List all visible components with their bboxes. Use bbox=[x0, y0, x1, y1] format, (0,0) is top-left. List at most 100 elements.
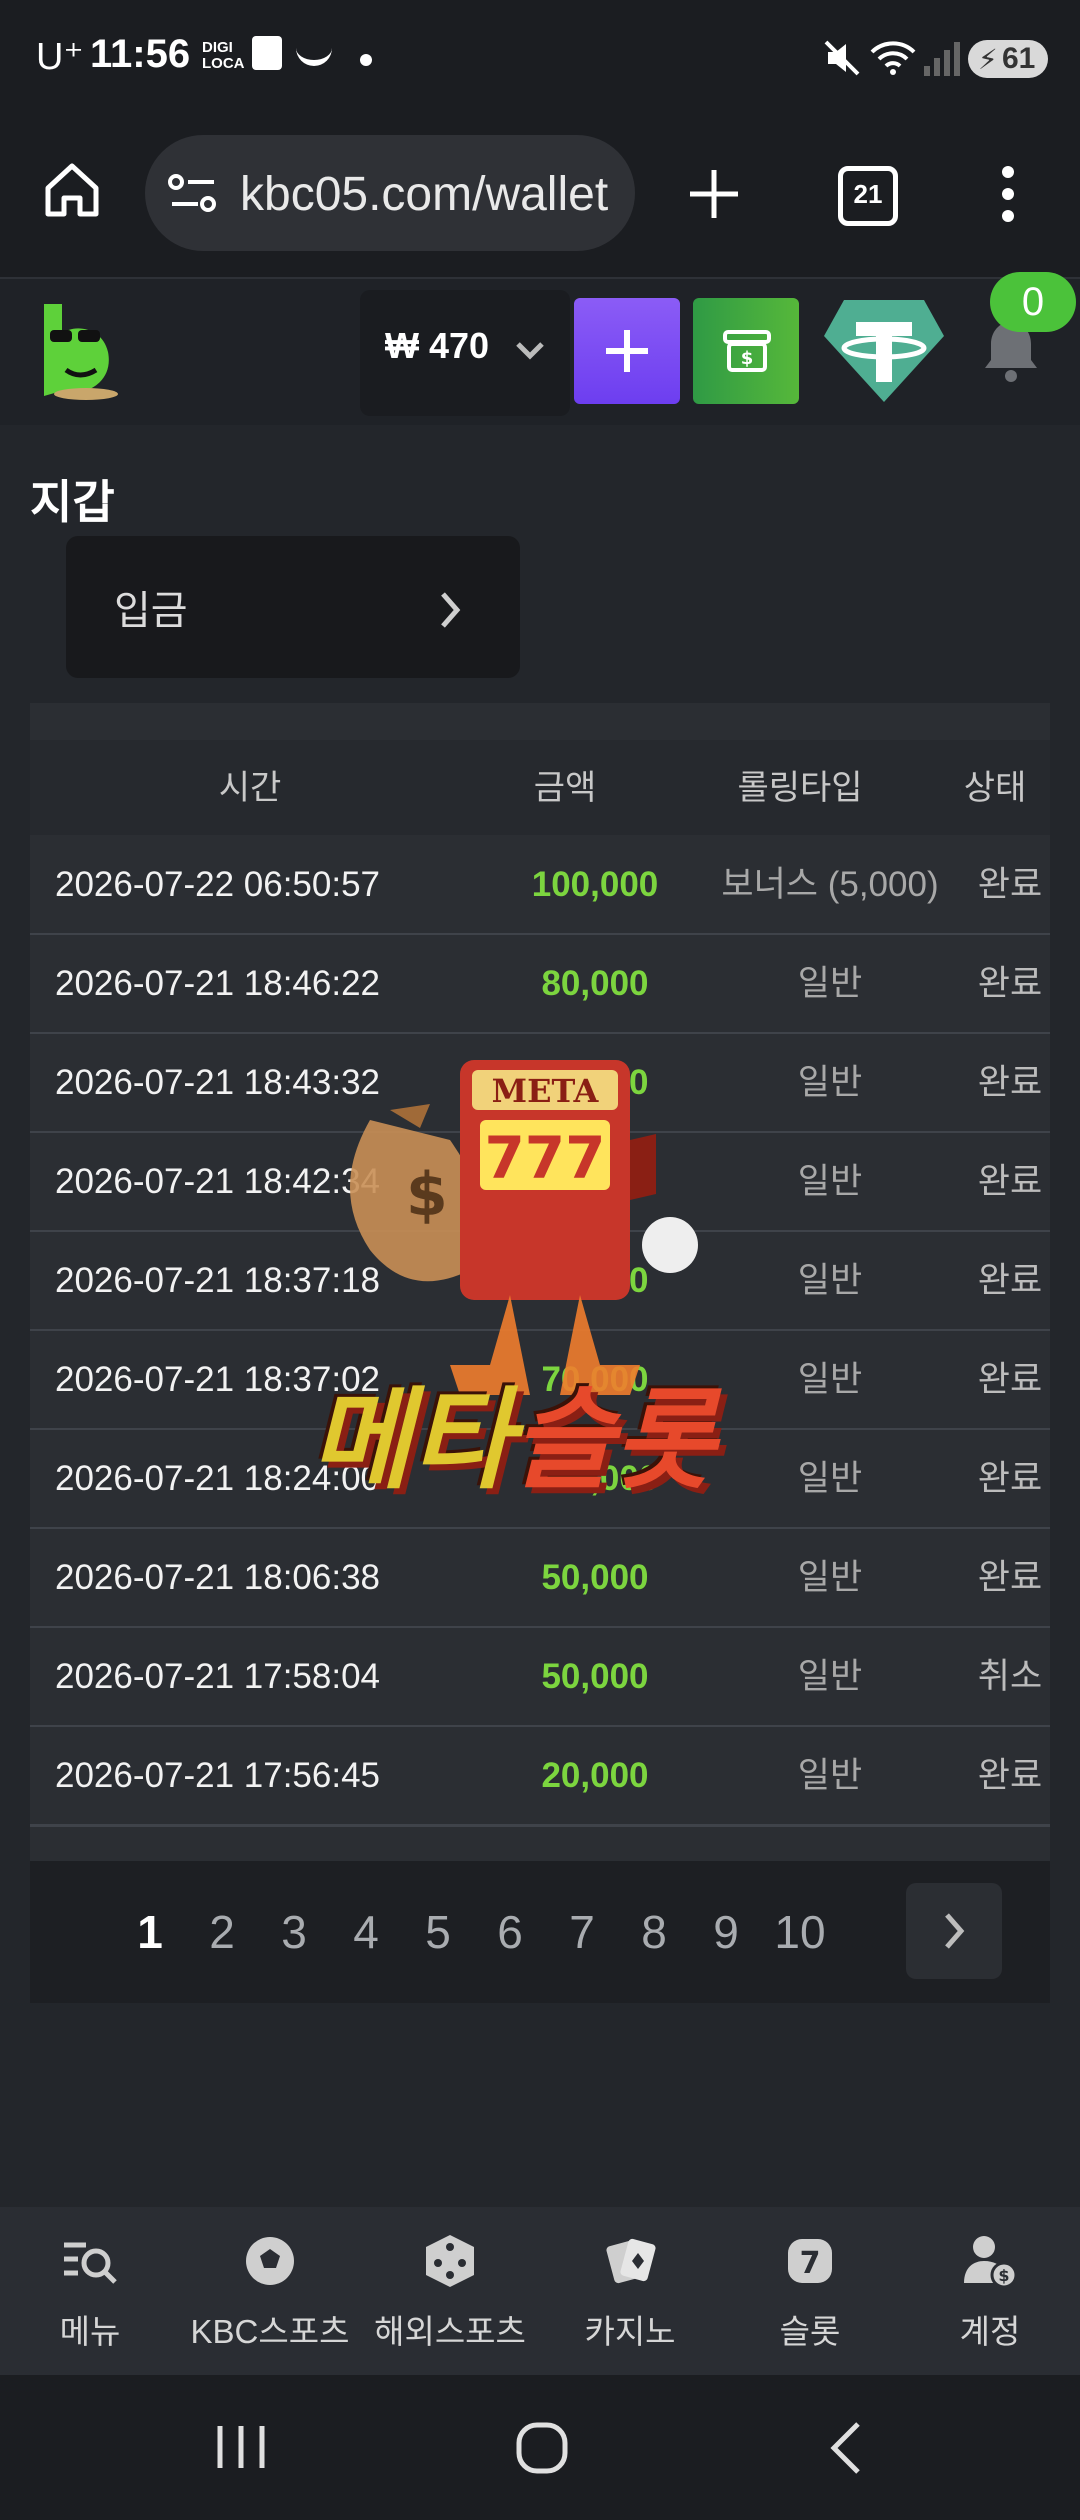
recent-apps-icon[interactable] bbox=[214, 2422, 268, 2472]
nav-label: 카지노 bbox=[584, 2313, 676, 2350]
row-time: 2026-07-22 06:50:57 bbox=[55, 865, 380, 904]
page-7[interactable]: 7 bbox=[552, 1905, 612, 1959]
more-menu-icon[interactable] bbox=[996, 164, 1020, 224]
status-bar: U⁺ 11:56 DIGI LOCA 61 ⚡ bbox=[0, 0, 1080, 125]
row-status: 완료 bbox=[977, 1162, 1043, 1201]
url-text: kbc05.com/wallet bbox=[240, 168, 609, 221]
home-icon[interactable] bbox=[42, 160, 102, 220]
cash-icon: $ bbox=[723, 330, 771, 372]
page-5[interactable]: 5 bbox=[408, 1905, 468, 1959]
dot-icon bbox=[360, 54, 372, 66]
battery-icon: 61 ⚡ bbox=[968, 40, 1048, 78]
tab-count: 21 bbox=[853, 179, 883, 209]
dice-icon bbox=[426, 2235, 474, 2287]
balance-amount: ₩ 470 bbox=[385, 325, 490, 366]
table-row[interactable]: 2026-07-22 06:50:57 100,000 보너스 (5,000) … bbox=[30, 836, 1050, 936]
soccer-ball-icon bbox=[246, 2237, 294, 2285]
tether-icon[interactable] bbox=[822, 298, 946, 404]
row-rolling: 일반 bbox=[797, 1459, 863, 1498]
back-icon[interactable] bbox=[826, 2420, 866, 2476]
plus-icon bbox=[606, 330, 648, 372]
row-rolling: 일반 bbox=[797, 1558, 863, 1597]
row-time: 2026-07-21 17:56:45 bbox=[55, 1756, 380, 1795]
svg-text:$: $ bbox=[998, 2266, 1009, 2285]
shopping-bag-icon bbox=[252, 36, 282, 70]
nav-label: KBC스포츠 bbox=[190, 2313, 350, 2350]
table-row[interactable]: 2026-07-21 18:43:32 10,000 일반 완료 bbox=[30, 1034, 1050, 1134]
row-time: 2026-07-21 17:58:04 bbox=[55, 1657, 380, 1696]
table-row[interactable]: 2026-07-21 18:37:18 30,000 일반 완료 bbox=[30, 1232, 1050, 1332]
page-3[interactable]: 3 bbox=[264, 1905, 324, 1959]
account-coin-icon: $ bbox=[964, 2236, 1018, 2289]
svg-text:$: $ bbox=[741, 348, 754, 369]
charging-icon: ⚡ bbox=[978, 44, 998, 75]
page-2[interactable]: 2 bbox=[192, 1905, 252, 1959]
page-6[interactable]: 6 bbox=[480, 1905, 540, 1959]
row-time: 2026-07-21 18:06:38 bbox=[55, 1558, 380, 1597]
row-rolling: 일반 bbox=[797, 964, 863, 1003]
page-4[interactable]: 4 bbox=[336, 1905, 396, 1959]
chevron-right-icon bbox=[441, 592, 461, 628]
nav-casino[interactable]: 카지노 bbox=[540, 2207, 720, 2375]
cards-icon bbox=[606, 2238, 656, 2284]
add-funds-button[interactable] bbox=[574, 298, 680, 404]
nav-slot[interactable]: 7 슬롯 bbox=[720, 2207, 900, 2375]
table-row[interactable]: 2026-07-21 18:06:38 50,000 일반 완료 bbox=[30, 1529, 1050, 1629]
pagination bbox=[30, 1861, 1050, 2003]
table-row[interactable]: 2026-07-21 18:46:22 80,000 일반 완료 bbox=[30, 935, 1050, 1035]
nav-label: 계정 bbox=[959, 2313, 1021, 2350]
nav-label: 해외스포츠 bbox=[374, 2313, 526, 2350]
site-logo[interactable] bbox=[36, 300, 120, 400]
carrier-label: U⁺ bbox=[36, 36, 84, 78]
app-badge: DIGI LOCA bbox=[202, 39, 245, 72]
page-9[interactable]: 9 bbox=[696, 1905, 756, 1959]
nav-menu[interactable]: 메뉴 bbox=[0, 2207, 180, 2375]
svg-text:7: 7 bbox=[800, 2246, 821, 2281]
row-rolling: 일반 bbox=[797, 1261, 863, 1300]
page-title: 지갑 bbox=[30, 476, 115, 528]
row-status: 완료 bbox=[977, 1756, 1043, 1795]
next-page-button[interactable] bbox=[906, 1883, 1002, 1979]
home-circle-icon[interactable] bbox=[514, 2420, 570, 2476]
page-1[interactable]: 1 bbox=[120, 1905, 180, 1959]
row-rolling: 일반 bbox=[797, 1657, 863, 1696]
row-status: 완료 bbox=[977, 1558, 1043, 1597]
chevron-down-icon bbox=[516, 342, 544, 360]
menu-search-icon bbox=[64, 2242, 117, 2284]
battery-level: 61 bbox=[1002, 42, 1036, 75]
row-status: 취소 bbox=[977, 1657, 1043, 1696]
page-8[interactable]: 8 bbox=[624, 1905, 684, 1959]
row-status: 완료 bbox=[977, 1459, 1043, 1498]
cash-register-button[interactable]: $ bbox=[693, 298, 799, 404]
row-status: 완료 bbox=[977, 1063, 1043, 1102]
col-time: 시간 bbox=[218, 769, 282, 807]
col-rolling-type: 롤링타입 bbox=[737, 769, 863, 807]
slot-seven-icon: 7 bbox=[788, 2239, 832, 2283]
chevron-right-icon bbox=[945, 1913, 965, 1949]
row-status: 완료 bbox=[977, 964, 1043, 1003]
row-time: 2026-07-21 18:43:32 bbox=[55, 1063, 380, 1102]
nav-label: 메뉴 bbox=[59, 2313, 121, 2350]
notification-badge: 0 bbox=[990, 272, 1076, 332]
table-row[interactable]: 2026-07-21 18:42:34 30,000 일반 완료 bbox=[30, 1133, 1050, 1233]
nav-label: 슬롯 bbox=[779, 2313, 841, 2350]
deposit-label: 입금 bbox=[114, 589, 188, 633]
new-tab-icon[interactable] bbox=[686, 166, 742, 222]
clock: 11:56 bbox=[90, 32, 191, 76]
bowl-icon bbox=[296, 40, 332, 66]
row-time: 2026-07-21 18:42:34 bbox=[55, 1162, 380, 1201]
col-status: 상태 bbox=[963, 769, 1027, 807]
row-rolling: 일반 bbox=[797, 1756, 863, 1795]
table-row[interactable]: 2026-07-21 17:56:45 20,000 일반 완료 bbox=[30, 1727, 1050, 1827]
nav-overseas-sports[interactable]: 해외스포츠 bbox=[360, 2207, 540, 2375]
tab-switcher-button[interactable]: 21 bbox=[838, 166, 898, 226]
table-row[interactable]: 2026-07-21 17:58:04 50,000 일반 취소 bbox=[30, 1628, 1050, 1728]
site-settings-icon[interactable] bbox=[168, 170, 218, 216]
row-time: 2026-07-21 18:37:18 bbox=[55, 1261, 380, 1300]
nav-account[interactable]: $ 계정 bbox=[900, 2207, 1080, 2375]
signal-icon bbox=[924, 42, 960, 76]
page-10[interactable]: 10 bbox=[768, 1905, 832, 1959]
wifi-icon bbox=[870, 41, 916, 75]
nav-kbc-sports[interactable]: KBC스포츠 bbox=[180, 2207, 360, 2375]
row-rolling: 보너스 (5,000) bbox=[721, 865, 939, 904]
